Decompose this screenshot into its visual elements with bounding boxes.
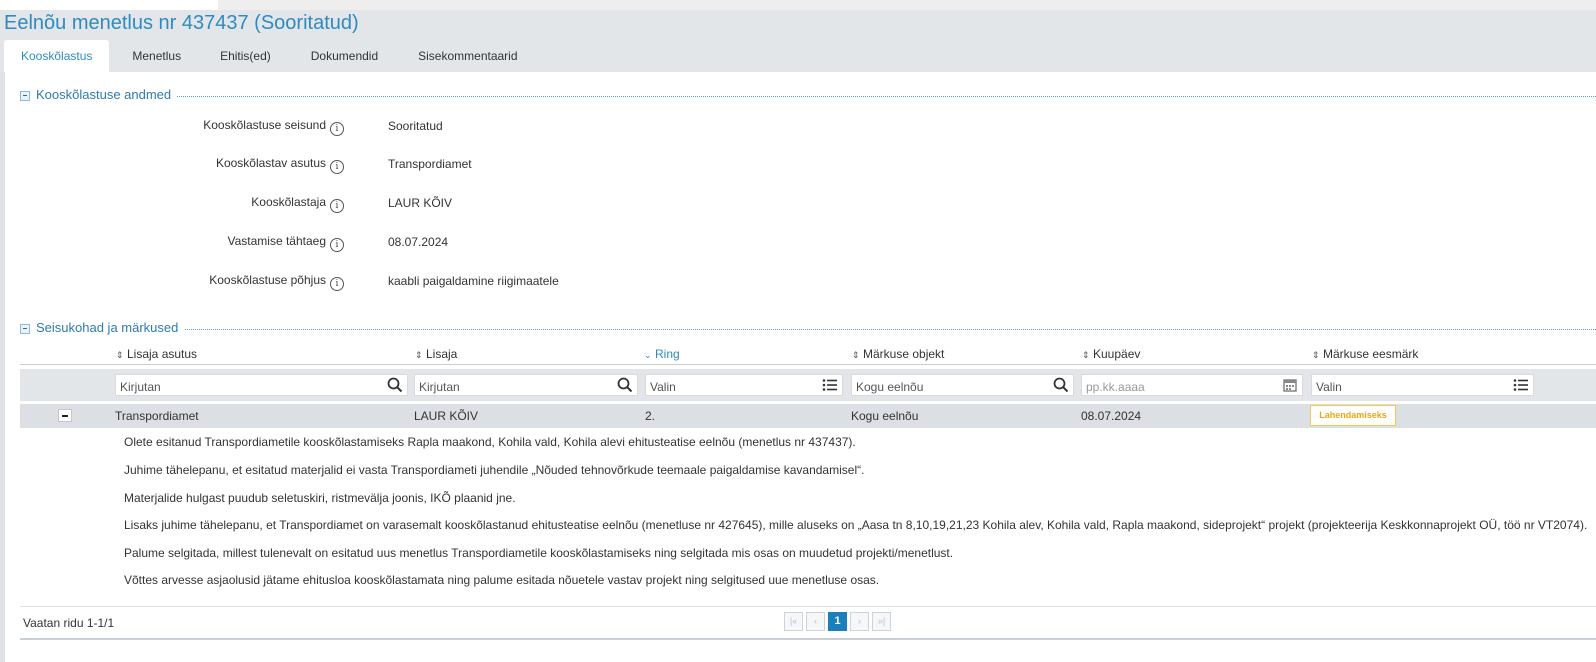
detail-text-line: Olete esitanud Transpordiametile kooskõl… bbox=[124, 435, 856, 449]
page-title: Eelnõu menetlus nr 437437 (Sooritatud) bbox=[4, 12, 359, 34]
detail-text-line: Lisaks juhime tähelepanu, et Transpordia… bbox=[124, 518, 1588, 532]
calendar-icon[interactable] bbox=[1282, 377, 1298, 393]
tab-menetlus[interactable]: Menetlus bbox=[109, 40, 200, 72]
field-value-kooskolastaja: LAUR KÕIV bbox=[388, 196, 453, 210]
sort-icon: ⇕ bbox=[1312, 350, 1320, 360]
status-badge: Lahendamiseks bbox=[1310, 405, 1396, 426]
field-label-seisund: Kooskõlastuse seisund i bbox=[203, 118, 344, 136]
filter-ring-select[interactable]: Valin bbox=[645, 374, 843, 396]
tab-bar: Kooskõlastus Menetlus Ehitis(ed) Dokumen… bbox=[4, 40, 538, 72]
column-header-ring[interactable]: ⌄ Ring bbox=[644, 347, 680, 361]
filter-markuse-objekt-input[interactable]: Kogu eelnõu bbox=[851, 374, 1074, 396]
detail-text-line: Võttes arvesse asjaolusid jätame ehitusl… bbox=[124, 573, 880, 587]
first-page-icon[interactable]: |« bbox=[784, 612, 803, 631]
column-header-lisaja[interactable]: ⇕ Lisaja bbox=[415, 347, 457, 361]
next-page-icon[interactable]: › bbox=[850, 612, 869, 631]
sort-icon: ⇕ bbox=[852, 350, 860, 360]
detail-text-line: Juhime tähelepanu, et esitatud materjali… bbox=[124, 463, 865, 477]
filter-markuse-eesmark-select[interactable]: Valin bbox=[1311, 374, 1534, 396]
page-number-button[interactable]: 1 bbox=[828, 612, 847, 631]
column-header-lisaja-asutus[interactable]: ⇕ Lisaja asutus bbox=[116, 347, 197, 361]
list-icon[interactable] bbox=[1513, 377, 1529, 393]
filter-lisaja-input[interactable]: Kirjutan bbox=[414, 374, 638, 396]
search-icon[interactable] bbox=[617, 377, 633, 393]
pagination: |« ‹ 1 › »| bbox=[784, 612, 891, 631]
section-title: Kooskõlastuse andmed bbox=[36, 87, 178, 102]
field-label-kooskolastaja: Kooskõlastaja i bbox=[251, 195, 344, 213]
page-header: Eelnõu menetlus nr 437437 (Sooritatud) K… bbox=[0, 10, 1596, 72]
cell-markuse-objekt: Kogu eelnõu bbox=[851, 409, 919, 423]
list-icon[interactable] bbox=[822, 377, 838, 393]
field-value-asutus: Transpordiamet bbox=[388, 157, 472, 171]
prev-page-icon[interactable]: ‹ bbox=[806, 612, 825, 631]
cell-lisaja: LAUR KÕIV bbox=[414, 409, 479, 423]
sort-down-icon: ⌄ bbox=[644, 350, 652, 360]
tab-sisekommentaarid[interactable]: Sisekommentaarid bbox=[398, 40, 537, 72]
sort-icon: ⇕ bbox=[1082, 350, 1090, 360]
field-label-tahtaeg: Vastamise tähtaeg i bbox=[227, 234, 344, 252]
tab-ehitised[interactable]: Ehitis(ed) bbox=[200, 40, 291, 72]
row-collapse-button[interactable] bbox=[58, 409, 72, 422]
info-icon[interactable]: i bbox=[330, 122, 344, 136]
info-icon[interactable]: i bbox=[330, 277, 344, 291]
row-count-text: Vaatan ridu 1-1/1 bbox=[23, 616, 115, 630]
section-kooskolastuse-andmed: Kooskõlastuse andmed bbox=[20, 87, 1596, 104]
last-page-icon[interactable]: »| bbox=[872, 612, 891, 631]
field-value-pohjus: kaabli paigaldamine riigimaatele bbox=[388, 274, 559, 288]
search-icon[interactable] bbox=[387, 377, 403, 393]
field-label-pohjus: Kooskõlastuse põhjus i bbox=[209, 273, 344, 291]
field-label-asutus: Kooskõlastav asutus i bbox=[216, 156, 344, 174]
filter-kuupaev-input[interactable]: pp.kk.aaaa bbox=[1081, 374, 1303, 396]
info-icon[interactable]: i bbox=[330, 199, 344, 213]
detail-text-line: Palume selgitada, millest tulenevalt on … bbox=[124, 546, 954, 560]
sort-icon: ⇕ bbox=[116, 350, 124, 360]
column-header-markuse-objekt[interactable]: ⇕ Märkuse objekt bbox=[852, 347, 944, 361]
cell-kuupaev: 08.07.2024 bbox=[1081, 409, 1142, 423]
cell-lisaja-asutus: Transpordiamet bbox=[115, 409, 199, 423]
section-collapse-toggle[interactable] bbox=[20, 324, 30, 334]
left-border bbox=[0, 10, 5, 662]
search-icon[interactable] bbox=[1053, 377, 1069, 393]
column-header-kuupaev[interactable]: ⇕ Kuupäev bbox=[1082, 347, 1140, 361]
section-title: Seisukohad ja märkused bbox=[36, 320, 185, 335]
info-icon[interactable]: i bbox=[330, 238, 344, 252]
cell-ring: 2. bbox=[645, 409, 656, 423]
section-collapse-toggle[interactable] bbox=[20, 91, 30, 101]
info-icon[interactable]: i bbox=[330, 160, 344, 174]
sort-icon: ⇕ bbox=[415, 350, 423, 360]
field-value-seisund: Sooritatud bbox=[388, 119, 443, 133]
detail-text-line: Materjalide hulgast puudub seletuskiri, … bbox=[124, 491, 516, 505]
tab-dokumendid[interactable]: Dokumendid bbox=[291, 40, 398, 72]
field-value-tahtaeg: 08.07.2024 bbox=[388, 235, 449, 249]
section-seisukohad: Seisukohad ja märkused bbox=[20, 320, 1596, 337]
filter-lisaja-asutus-input[interactable]: Kirjutan bbox=[115, 374, 408, 396]
tab-kooskolastus[interactable]: Kooskõlastus bbox=[4, 40, 110, 72]
column-header-markuse-eesmark[interactable]: ⇕ Märkuse eesmärk bbox=[1312, 347, 1418, 361]
